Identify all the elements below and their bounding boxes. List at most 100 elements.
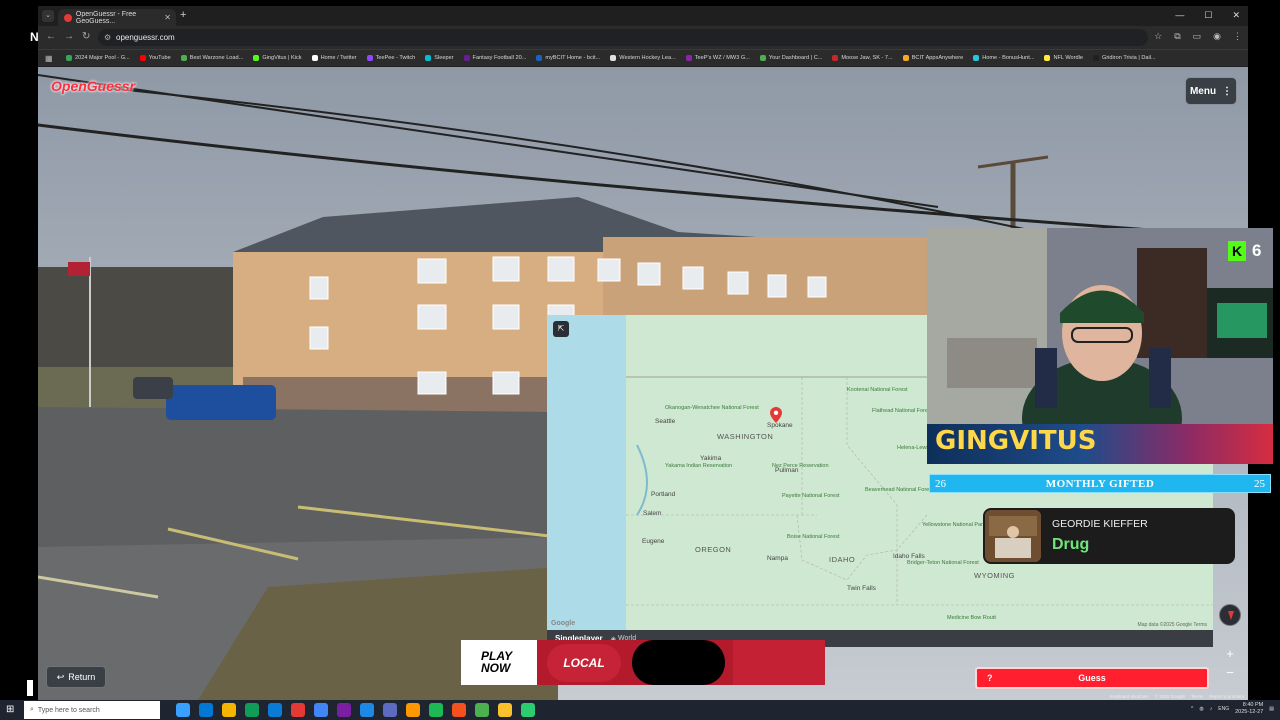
bookmark-item[interactable]: 2024 Major Pool - G... [66,55,130,61]
taskbar-search[interactable]: ⌕ Type here to search [24,701,160,719]
bookmark-item[interactable]: GingVitus | Kick [253,55,302,61]
tray-overflow-icon[interactable]: ^ [1191,706,1193,712]
volume-icon[interactable]: ♪ [1210,706,1213,712]
footer-keyboard[interactable]: Keyboard shortcuts [1110,694,1149,699]
search-icon: ⌕ [30,706,34,713]
taskbar-app-icon[interactable] [475,703,489,717]
address-bar[interactable]: ⚙ openguessr.com [98,29,1148,46]
taskbar-app-icon[interactable] [199,703,213,717]
notifications-icon[interactable]: ▤ [1269,706,1274,712]
bookmark-label: Sleeper [434,55,454,61]
bookmark-item[interactable]: Best Warzone Load... [180,55,243,61]
bookmark-item[interactable]: Fantasy Football 20... [463,55,527,61]
bookmark-item[interactable]: TeeP's WZ / MW3 G... [685,55,750,61]
taskbar-app-icon[interactable] [314,703,328,717]
compass-icon[interactable] [1219,604,1241,626]
bookmark-item[interactable]: Moose Jaw, SK - 7... [832,55,893,61]
bookmark-item[interactable]: TeePee - Twitch [366,55,415,61]
apps-grid-icon[interactable]: ▦ [45,54,53,63]
new-tab-icon[interactable]: + [180,9,186,21]
language-indicator[interactable]: ENG [1218,706,1229,712]
return-button[interactable]: ↩ Return [46,666,106,688]
bookmark-label: TeeP's WZ / MW3 G... [694,55,750,61]
return-arrow-icon: ↩ [56,671,65,682]
extensions-icon[interactable]: ⧉ [1174,31,1180,42]
back-icon[interactable]: ← [46,31,56,42]
clock[interactable]: 8:40 PM 2025-12-27 [1235,702,1263,716]
taskbar-app-icon[interactable] [383,703,397,717]
taskbar-app-icon[interactable] [291,703,305,717]
bookmark-favicon-icon [536,55,543,61]
monthly-gifted-bar: 26 MONTHLY GIFTED 25 [929,474,1271,493]
footer-report[interactable]: Report a problem [1209,694,1244,699]
footer-copyright: © 2025 Google [1154,694,1185,699]
map-label: Flathead National Forest [872,408,933,414]
bookmark-item[interactable]: Your Dashboard | C... [759,55,822,61]
bookmark-favicon-icon [1044,55,1051,61]
bookmark-label: Fantasy Football 20... [472,55,527,61]
taskbar-app-icon[interactable] [452,703,466,717]
guess-button[interactable]: ? Guess [975,667,1209,689]
reload-icon[interactable]: ↻ [82,31,90,42]
bookmark-item[interactable]: Gridiron Trivia | Dail... [1092,55,1156,61]
taskbar-app-icon[interactable] [337,703,351,717]
bookmark-favicon-icon [66,55,72,61]
help-icon[interactable]: ? [987,673,993,683]
taskbar-app-icon[interactable] [222,703,236,717]
bookmark-star-icon[interactable]: ☆ [1154,31,1162,42]
bookmark-item[interactable]: Sleeper [425,55,454,61]
taskbar-app-icon[interactable] [268,703,282,717]
alert-username: GEORDIE KIEFFER [1052,518,1148,530]
forward-icon[interactable]: → [64,31,74,42]
zoom-out-icon[interactable]: − [1220,664,1240,682]
map-label: Nampa [767,555,788,562]
bookmark-label: BCIT AppsAnywhere [911,55,964,61]
bookmark-item[interactable]: Home / Twitter [311,55,357,61]
taskbar-app-icon[interactable] [429,703,443,717]
taskbar-app-icon[interactable] [521,703,535,717]
taskbar-app-icon[interactable] [406,703,420,717]
advertisement[interactable]: PLAY NOW LOCAL [461,640,825,685]
taskbar-app-icon[interactable] [360,703,374,717]
ad-panel [733,640,825,685]
close-window-icon[interactable]: ✕ [1232,10,1240,21]
tab-search-icon[interactable]: ⌄ [42,10,54,22]
bookmark-favicon-icon [610,55,617,61]
bookmark-favicon-icon [463,55,470,61]
footer-terms[interactable]: Terms [1191,694,1203,699]
taskbar-app-icon[interactable] [498,703,512,717]
map-footer: Map data ©2025 Google Terms [1137,622,1207,628]
google-logo: Google [551,620,576,627]
bookmark-label: Home - BonusHunt... [982,55,1035,61]
windows-start-icon[interactable]: ⊞ [6,704,14,715]
profile-icon[interactable]: ◉ [1213,31,1221,42]
bookmark-item[interactable]: YouTube [139,55,171,61]
expand-map-icon[interactable]: ⇱ [553,321,569,337]
bookmark-item[interactable]: NFL Wordle [1044,55,1083,61]
zoom-in-icon[interactable]: + [1220,645,1240,663]
tab-openguessr[interactable]: OpenGuessr - Free GeoGuess... ✕ [58,9,176,26]
bookmark-item[interactable]: Home - BonusHunt... [973,55,1034,61]
bookmark-favicon-icon [139,55,146,61]
network-icon[interactable]: ◍ [1199,706,1203,712]
maximize-icon[interactable]: ☐ [1204,10,1212,21]
street-view-footer: Keyboard shortcuts © 2025 Google Terms R… [1110,694,1244,699]
bookmark-favicon-icon [973,55,980,61]
bookmark-favicon-icon [759,55,766,61]
cast-icon[interactable]: ▭ [1193,31,1202,42]
kick-logo-icon: K [1228,241,1246,261]
bookmark-item[interactable]: myBCIT Home - bcit... [536,55,600,61]
openguessr-logo[interactable]: OpenGuessr [51,78,135,94]
menu-button[interactable]: Menu ⋮ [1185,77,1237,105]
site-info-icon[interactable]: ⚙ [104,29,111,46]
minimize-icon[interactable]: — [1175,10,1184,21]
bookmark-item[interactable]: Western Hockey Lea... [610,55,676,61]
taskbar-app-icon[interactable] [176,703,190,717]
more-menu-icon[interactable]: ⋮ [1233,31,1242,42]
gifted-left-count: 26 [935,477,946,490]
taskbar-app-icon[interactable] [245,703,259,717]
bookmark-item[interactable]: BCIT AppsAnywhere [902,55,964,61]
bookmark-favicon-icon [366,55,373,61]
close-tab-icon[interactable]: ✕ [164,13,171,22]
map-label: Okanogan-Wenatchee National Forest [665,405,759,411]
